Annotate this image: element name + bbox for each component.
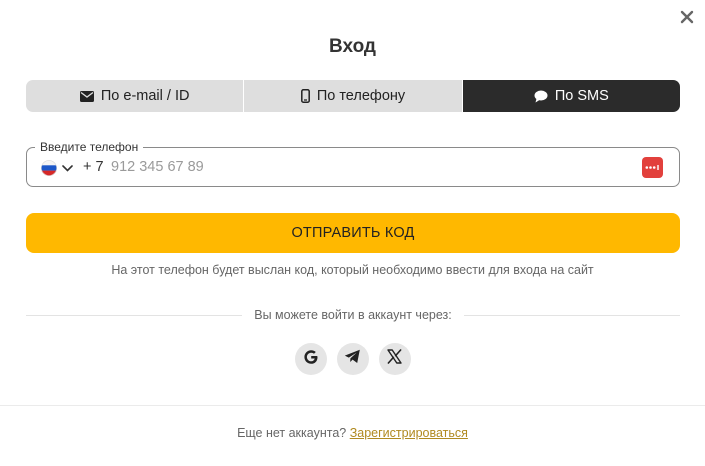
register-prompt-text: Еще нет аккаунта? bbox=[237, 426, 347, 440]
google-icon bbox=[303, 349, 319, 370]
phone-field: Введите телефон + 7 bbox=[26, 140, 680, 187]
sms-hint-text: На этот телефон будет выслан код, которы… bbox=[111, 263, 594, 277]
telegram-login-button[interactable] bbox=[336, 343, 369, 375]
google-login-button[interactable] bbox=[294, 343, 327, 375]
tab-email-label: По e-mail / ID bbox=[100, 88, 190, 104]
smartphone-icon bbox=[300, 89, 310, 103]
register-link[interactable]: Зарегистрироваться bbox=[350, 426, 468, 440]
x-icon bbox=[387, 349, 402, 369]
tab-phone-label: По телефону bbox=[316, 88, 406, 104]
phone-field-label: Введите телефон bbox=[35, 140, 144, 154]
envelope-icon bbox=[79, 90, 94, 102]
modal-title: Вход bbox=[329, 36, 376, 57]
login-modal: Вход По e-mail / ID По телефону По SMS В… bbox=[0, 0, 705, 466]
divider-line-left bbox=[26, 314, 243, 316]
phone-input[interactable] bbox=[111, 157, 611, 177]
login-method-tabs: По e-mail / ID По телефону По SMS bbox=[26, 80, 680, 112]
divider-line-right bbox=[463, 314, 680, 316]
tab-sms[interactable]: По SMS bbox=[461, 80, 680, 112]
telegram-icon bbox=[344, 349, 361, 369]
tab-email[interactable]: По e-mail / ID bbox=[26, 80, 243, 112]
social-divider-text: Вы можете войти в аккаунт через: bbox=[254, 308, 452, 322]
password-manager-icon[interactable] bbox=[642, 157, 663, 178]
social-login-buttons bbox=[0, 343, 705, 375]
tab-phone[interactable]: По телефону bbox=[243, 80, 461, 112]
chat-bubble-icon bbox=[534, 90, 548, 103]
chevron-down-icon bbox=[62, 159, 73, 177]
phone-prefix: + 7 bbox=[83, 159, 104, 175]
social-divider: Вы можете войти в аккаунт через: bbox=[26, 307, 680, 323]
close-icon[interactable] bbox=[679, 9, 695, 25]
country-selector[interactable] bbox=[41, 159, 73, 177]
send-code-button[interactable]: ОТПРАВИТЬ КОД bbox=[26, 213, 680, 253]
tab-sms-label: По SMS bbox=[554, 88, 609, 104]
x-login-button[interactable] bbox=[378, 343, 411, 375]
russia-flag-icon bbox=[41, 160, 57, 176]
footer-divider bbox=[0, 405, 705, 406]
register-prompt: Еще нет аккаунта? Зарегистрироваться bbox=[0, 426, 705, 440]
